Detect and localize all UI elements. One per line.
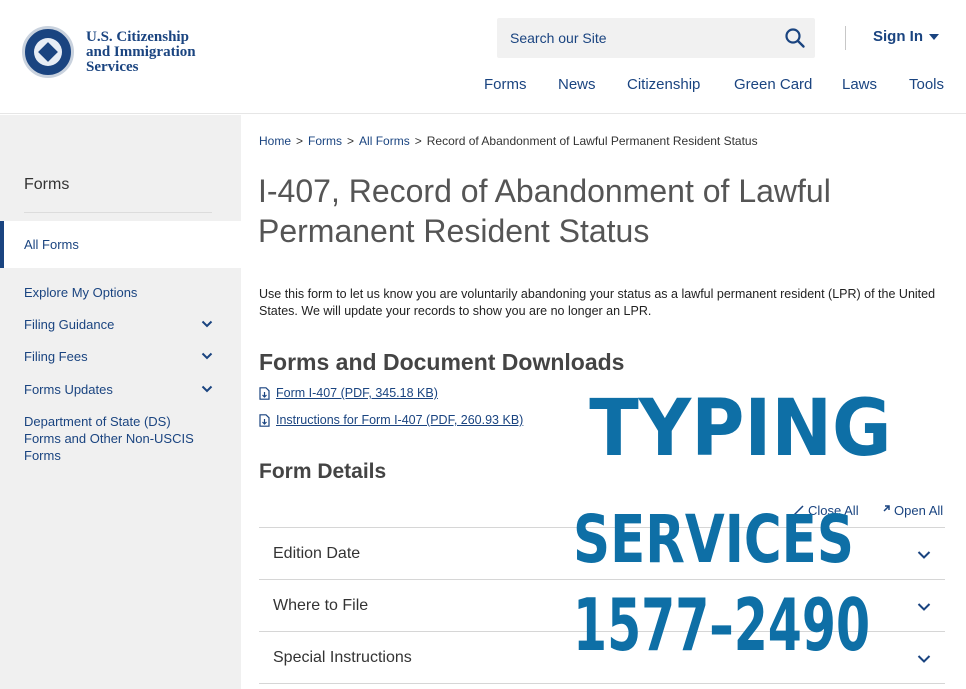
breadcrumb-forms[interactable]: Forms <box>308 134 342 148</box>
chevron-down-icon[interactable] <box>201 318 213 330</box>
accordion-label: Special Instructions <box>273 649 412 666</box>
download-link-instructions[interactable]: Instructions for Form I-407 (PDF, 260.93… <box>259 413 523 427</box>
sign-in-button[interactable]: Sign In <box>873 28 939 45</box>
open-all-button[interactable]: Open All <box>878 503 943 518</box>
download-link-label: Instructions for Form I-407 (PDF, 260.93… <box>276 413 524 427</box>
sidebar-item-filing-fees[interactable]: Filing Fees <box>24 348 224 365</box>
chevron-down-icon[interactable] <box>201 350 213 362</box>
breadcrumb: Home > Forms > All Forms > Record of Abandonme… <box>259 134 758 148</box>
sidebar-divider <box>24 212 212 213</box>
dhs-seal-icon <box>22 26 74 78</box>
nav-laws[interactable]: Laws <box>842 76 877 93</box>
breadcrumb-current: Record of Abandonment of Lawful Permanen… <box>426 134 758 148</box>
logo-line-1: U.S. Citizenship <box>86 28 189 45</box>
nav-citizenship[interactable]: Citizenship <box>627 76 700 93</box>
chevron-down-icon <box>917 655 931 663</box>
page-title: I-407, Record of Abandonment of Lawful P… <box>258 173 831 249</box>
main-navigation: Forms News Citizenship Green Card Laws T… <box>0 76 966 98</box>
logo-line-2: and Immigration <box>86 43 196 60</box>
file-download-icon <box>259 413 270 427</box>
expand-icon <box>883 504 890 512</box>
breadcrumb-separator: > <box>414 134 422 148</box>
download-link-form[interactable]: Form I-407 (PDF, 345.18 KB) <box>259 386 438 400</box>
breadcrumb-home[interactable]: Home <box>259 134 291 148</box>
accordion-label: Where to File <box>273 597 369 614</box>
chevron-down-icon[interactable] <box>201 383 213 395</box>
nav-news[interactable]: News <box>558 76 596 93</box>
chevron-down-icon <box>917 603 931 611</box>
overlay-ad-line-3: 1577–2490 <box>573 583 871 667</box>
breadcrumb-all-forms[interactable]: All Forms <box>359 134 410 148</box>
file-download-icon <box>259 386 270 400</box>
downloads-heading: Forms and Document Downloads <box>259 349 625 375</box>
breadcrumb-separator: > <box>296 134 304 148</box>
download-link-label: Form I-407 (PDF, 345.18 KB) <box>276 386 438 400</box>
chevron-down-icon <box>917 551 931 559</box>
header-divider <box>845 26 846 50</box>
search-input[interactable] <box>497 18 777 58</box>
form-description: Use this form to let us know you are vol… <box>259 287 936 318</box>
nav-tools[interactable]: Tools <box>909 76 944 93</box>
nav-green-card[interactable]: Green Card <box>734 76 812 93</box>
sidebar-item-explore-my-options[interactable]: Explore My Options <box>24 284 224 301</box>
sidebar-item-all-forms[interactable]: All Forms <box>0 221 241 268</box>
sidebar-item-department-of-state-forms[interactable]: Department of State (DS) Forms and Other… <box>24 413 194 464</box>
sign-in-label: Sign In <box>873 28 923 45</box>
logo-line-3: Services <box>86 58 139 75</box>
site-header: U.S. Citizenship and Immigration Service… <box>0 0 966 114</box>
overlay-ad-line-2: SERVICES <box>573 501 854 578</box>
breadcrumb-separator: > <box>347 134 355 148</box>
sidebar-item-filing-guidance[interactable]: Filing Guidance <box>24 316 224 333</box>
sidebar: Forms All Forms Explore My Options Filin… <box>0 115 241 689</box>
sidebar-item-forms-updates[interactable]: Forms Updates <box>24 381 224 398</box>
nav-forms[interactable]: Forms <box>484 76 527 93</box>
search-icon[interactable] <box>784 27 806 49</box>
accordion-divider <box>259 683 945 684</box>
overlay-ad-line-1: TYPING <box>589 384 892 474</box>
sidebar-item-label: All Forms <box>24 237 79 252</box>
accordion-label: Edition Date <box>273 545 361 562</box>
open-all-label: Open All <box>894 503 944 518</box>
logo-wordmark: U.S. Citizenship and Immigration Service… <box>86 28 196 75</box>
uscis-logo[interactable]: U.S. Citizenship and Immigration Service… <box>22 26 196 78</box>
caret-down-icon <box>929 33 939 40</box>
search-box <box>497 18 815 58</box>
form-details-heading: Form Details <box>259 460 387 483</box>
sidebar-heading: Forms <box>24 176 70 193</box>
